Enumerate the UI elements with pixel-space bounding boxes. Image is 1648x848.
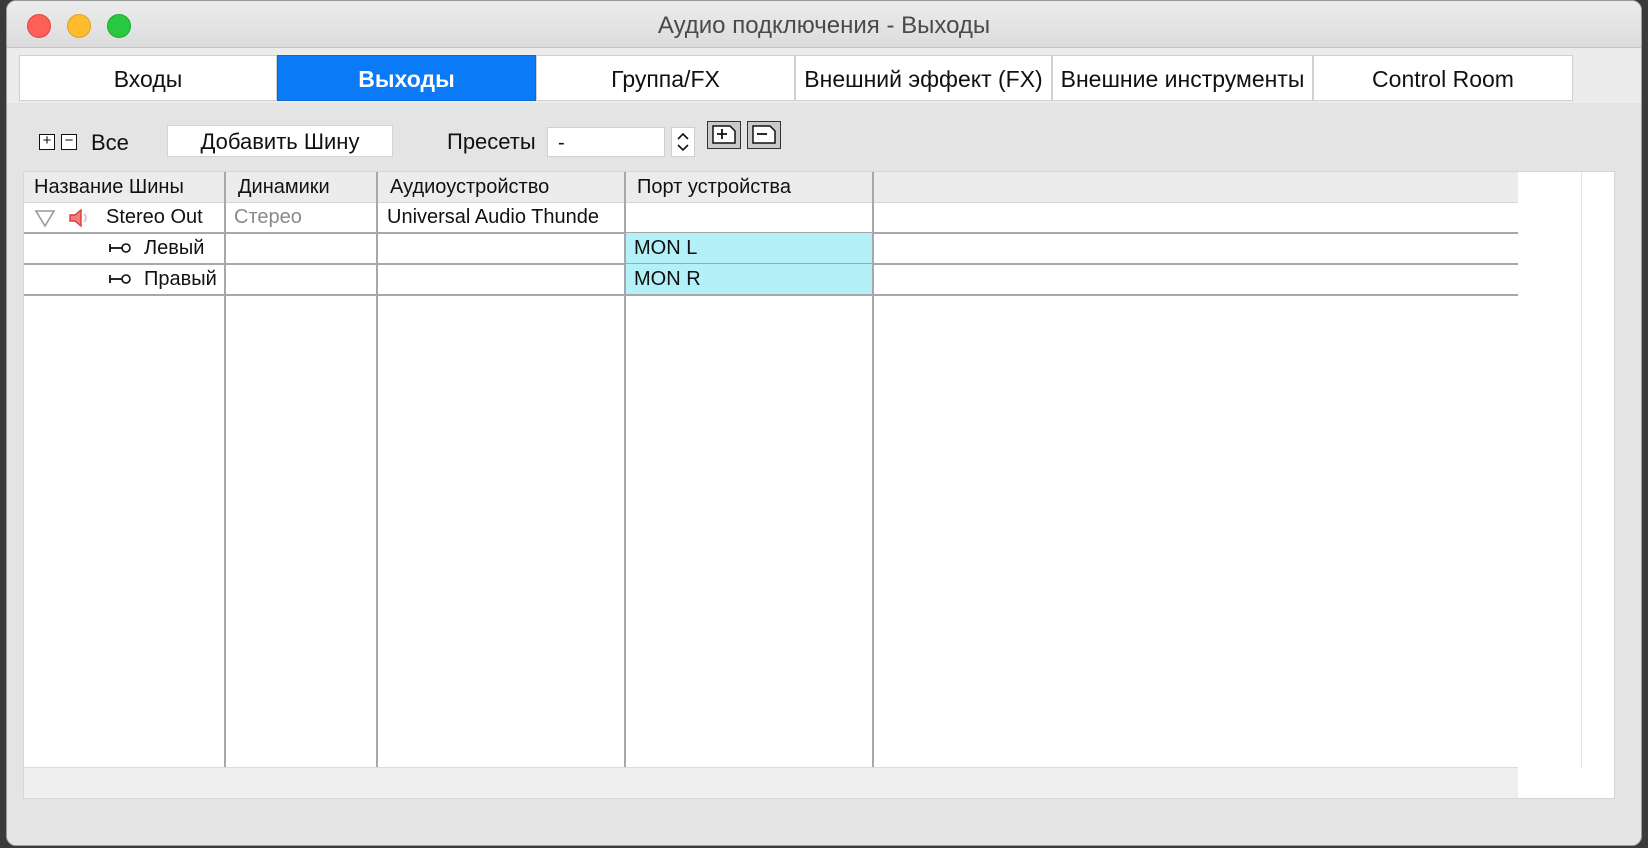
remove-preset-button[interactable]	[747, 121, 781, 149]
header-audio-device[interactable]: Аудиоустройство	[390, 172, 620, 202]
speakers-value[interactable]: Стерео	[234, 202, 374, 232]
audio-device-value[interactable]	[387, 233, 623, 263]
all-label: Все	[91, 130, 129, 155]
speakers-value[interactable]	[234, 233, 374, 263]
column-divider[interactable]	[872, 172, 874, 768]
tab-control-room[interactable]: Control Room	[1313, 55, 1573, 101]
device-port-value[interactable]	[626, 202, 872, 232]
column-divider[interactable]	[224, 172, 226, 768]
bus-table: Название Шины Динамики Аудиоустройство П…	[23, 171, 1615, 799]
triangle-down-icon[interactable]	[34, 208, 56, 228]
device-port-value[interactable]: MON R	[626, 264, 872, 294]
add-bus-button[interactable]: Добавить Шину	[167, 125, 393, 157]
audio-device-value[interactable]	[387, 264, 623, 294]
audio-connections-window: Аудио подключения - Выходы Входы Выходы …	[6, 0, 1642, 846]
window-title: Аудио подключения - Выходы	[657, 12, 991, 39]
outputs-panel: + − Все Добавить Шину Пресеты - Название…	[7, 103, 1641, 845]
tab-external-instruments[interactable]: Внешние инструменты	[1052, 55, 1313, 101]
row-divider	[24, 294, 1518, 296]
preset-add-icon	[712, 125, 736, 144]
save-preset-button[interactable]	[707, 121, 741, 149]
header-bus-name[interactable]: Название Шины	[34, 172, 224, 202]
speaker-icon	[69, 208, 87, 228]
channel-name: Правый	[144, 268, 217, 290]
expand-all-icon[interactable]: +	[39, 133, 55, 150]
presets-label: Пресеты	[447, 129, 536, 154]
toolbar: + − Все Добавить Шину Пресеты -	[7, 103, 1641, 167]
presets-select[interactable]: -	[547, 127, 665, 157]
audio-device-value[interactable]: Universal Audio Thunde	[387, 202, 623, 232]
title-bar[interactable]: Аудио подключения - Выходы	[7, 1, 1641, 48]
table-header: Название Шины Динамики Аудиоустройство П…	[24, 172, 1518, 203]
channel-connector-icon	[109, 274, 131, 284]
tab-inputs[interactable]: Входы	[19, 55, 277, 101]
header-speakers[interactable]: Динамики	[238, 172, 378, 202]
channel-name: Левый	[144, 237, 205, 259]
tab-outputs[interactable]: Выходы	[277, 55, 536, 101]
column-divider[interactable]	[376, 172, 378, 768]
device-port-value[interactable]: MON L	[626, 233, 872, 263]
vertical-scrollbar[interactable]	[1581, 172, 1614, 768]
channel-connector-icon	[109, 243, 131, 253]
bus-name: Stereo Out	[106, 206, 203, 228]
tab-bar: Входы Выходы Группа/FX Внешний эффект (F…	[19, 55, 1639, 103]
speakers-value[interactable]	[234, 264, 374, 294]
tab-group-fx[interactable]: Группа/FX	[536, 55, 795, 101]
preset-remove-icon	[752, 125, 776, 144]
tab-external-fx[interactable]: Внешний эффект (FX)	[795, 55, 1052, 101]
collapse-all-icon[interactable]: −	[61, 133, 77, 150]
header-device-port[interactable]: Порт устройства	[637, 172, 867, 202]
horizontal-scrollbar[interactable]	[24, 767, 1518, 798]
presets-stepper[interactable]	[671, 127, 695, 157]
chevron-updown-icon	[677, 132, 689, 152]
